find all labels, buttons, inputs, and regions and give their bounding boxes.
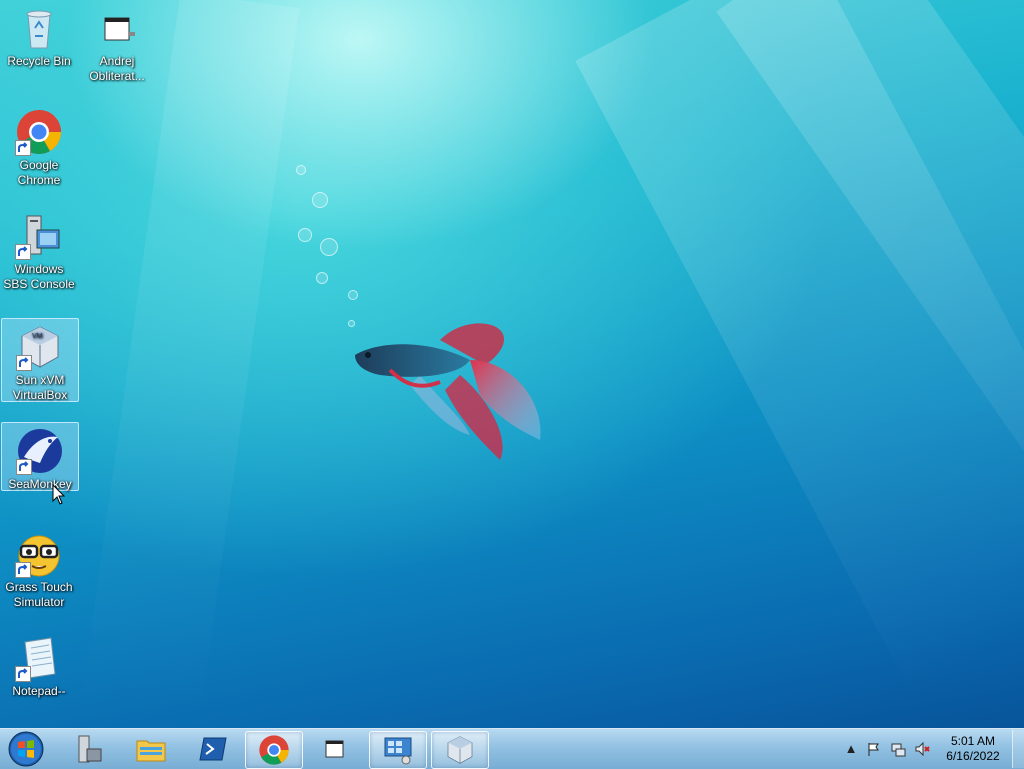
sbs-console-icon	[384, 737, 412, 765]
taskbar-powershell[interactable]	[185, 731, 241, 767]
shortcut-arrow-icon	[16, 459, 32, 475]
program-window-icon	[325, 740, 344, 758]
icon-label: Windows SBS Console	[3, 262, 75, 291]
desktop-icon-notepad[interactable]: Notepad--	[1, 630, 77, 699]
bubble	[312, 192, 328, 208]
bubble	[296, 165, 306, 175]
shortcut-arrow-icon	[15, 666, 31, 682]
start-orb-icon	[8, 731, 44, 767]
bubble	[298, 228, 312, 242]
taskbar-program-window[interactable]	[307, 731, 363, 767]
powershell-icon	[199, 737, 227, 761]
virtualbox-icon	[447, 736, 473, 764]
shortcut-arrow-icon	[16, 355, 32, 371]
show-hidden-icons-icon[interactable]: ▲	[843, 741, 859, 757]
svg-text:VM: VM	[32, 333, 43, 340]
folder-icon	[136, 740, 166, 762]
desktop-icon-google-chrome[interactable]: Google Chrome	[1, 104, 77, 188]
start-button[interactable]	[4, 730, 48, 768]
taskbar-chrome[interactable]	[245, 731, 303, 769]
system-clock[interactable]: 5:01 AM 6/16/2022	[938, 734, 1008, 764]
icon-label: SeaMonkey	[8, 477, 72, 491]
icon-label: Grass Touch Simulator	[5, 580, 73, 609]
bubble	[316, 272, 328, 284]
chrome-icon	[15, 108, 63, 156]
desktop-icon-windows-sbs-console[interactable]: Windows SBS Console	[1, 208, 77, 292]
show-desktop-button[interactable]	[1012, 730, 1024, 768]
icon-label: Sun xVM VirtualBox	[12, 373, 68, 402]
desktop-icon-grass-touch-simulator[interactable]: Grass Touch Simulator	[1, 526, 77, 610]
sbs-console-icon	[15, 212, 63, 260]
desktop-icon-andrej-obliterator[interactable]: Andrej Obliterat...	[79, 0, 155, 84]
taskbar-server-manager[interactable]	[61, 731, 117, 767]
program-window-icon	[93, 4, 141, 52]
clock-date: 6/16/2022	[946, 749, 1000, 763]
shortcut-arrow-icon	[15, 244, 31, 260]
icon-label: Google Chrome	[17, 158, 61, 187]
bubble	[320, 238, 338, 256]
desktop-icon-recycle-bin[interactable]: Recycle Bin	[1, 0, 77, 69]
desktop-icon-sun-xvm-virtualbox[interactable]: VM Sun xVM VirtualBox	[1, 318, 79, 402]
recycle-bin-icon	[15, 4, 63, 52]
icon-label: Recycle Bin	[7, 54, 71, 68]
taskbar-explorer[interactable]	[123, 731, 179, 767]
shortcut-arrow-icon	[15, 562, 31, 578]
notepad-icon	[15, 634, 63, 682]
taskbar: ▲ 5:01 AM 6/16/2022	[0, 728, 1024, 769]
shortcut-arrow-icon	[15, 140, 31, 156]
icon-label: Notepad--	[12, 684, 66, 698]
chrome-icon	[259, 735, 289, 765]
desktop-icon-seamonkey[interactable]: SeaMonkey	[1, 422, 79, 491]
taskbar-virtualbox[interactable]	[431, 731, 489, 769]
nerd-face-icon	[15, 530, 63, 578]
action-center-flag-icon[interactable]	[866, 741, 882, 757]
seamonkey-icon	[16, 427, 64, 475]
bubble	[348, 290, 358, 300]
desktop[interactable]: Recycle Bin Andrej Obliterat... Google C…	[0, 0, 1024, 728]
virtualbox-icon: VM	[16, 323, 64, 371]
betta-fish-wallpaper	[355, 323, 541, 460]
clock-time: 5:01 AM	[950, 734, 996, 748]
volume-muted-icon[interactable]	[914, 741, 930, 757]
mouse-cursor-icon	[52, 484, 66, 505]
icon-label: Andrej Obliterat...	[89, 54, 145, 83]
light-ray	[80, 0, 300, 722]
taskbar-sbs-console[interactable]	[369, 731, 427, 769]
server-icon	[78, 735, 102, 763]
network-icon[interactable]	[890, 741, 906, 757]
